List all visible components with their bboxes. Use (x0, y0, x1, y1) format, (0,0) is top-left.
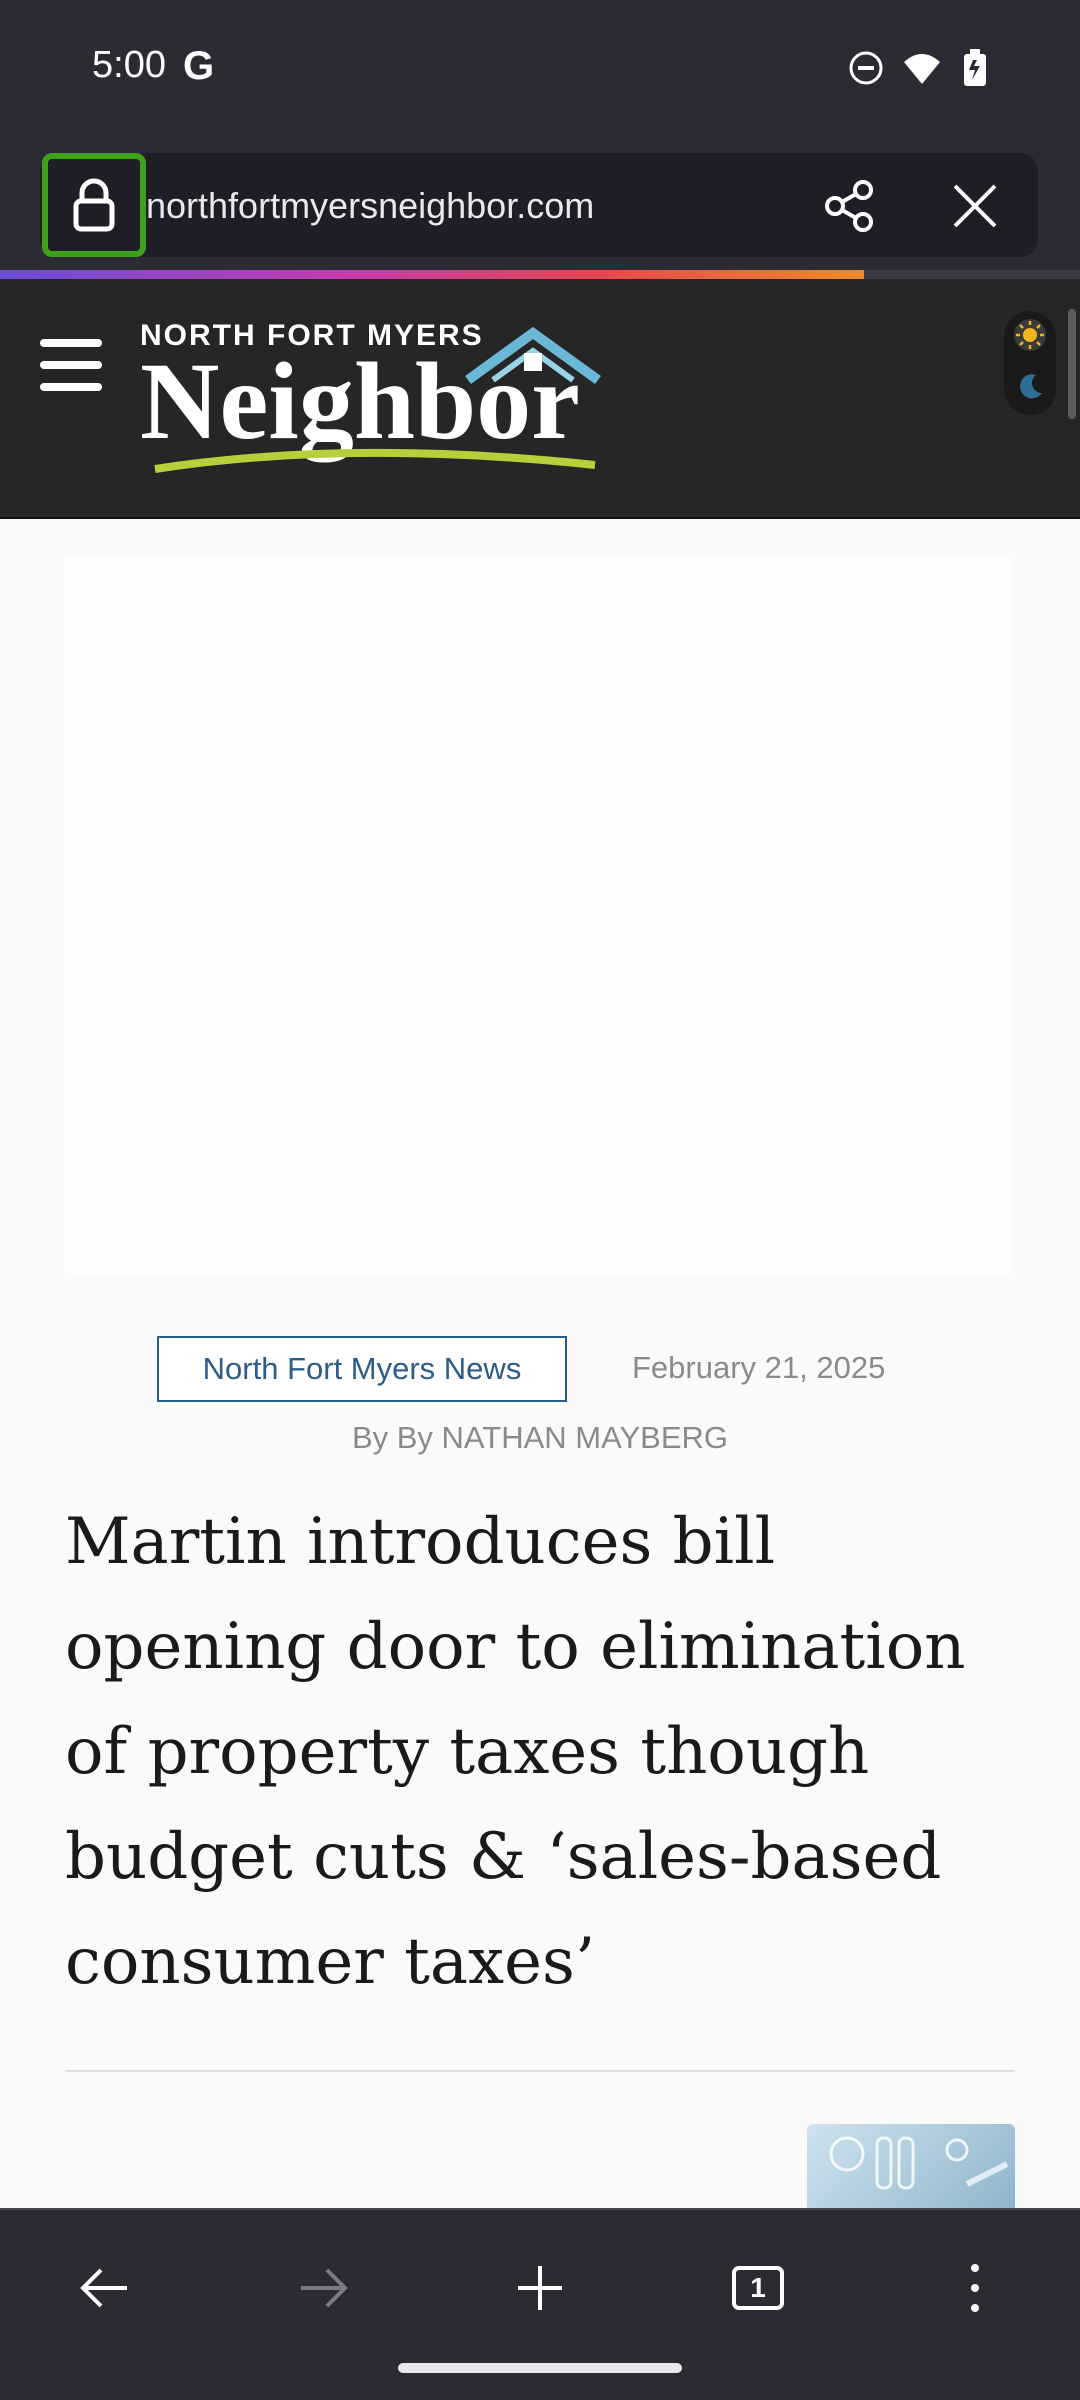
tabs-button[interactable]: 1 (718, 2248, 798, 2328)
article-headline: Martin introduces bill opening door to e… (65, 1505, 966, 1999)
ad-placeholder (65, 556, 1010, 1278)
site-logo[interactable]: NORTH FORT MYERS Neighbor (140, 319, 620, 479)
status-icons (848, 48, 990, 88)
more-icon (971, 2264, 979, 2312)
science-illustration (829, 2136, 1009, 2190)
menu-icon[interactable] (40, 339, 102, 391)
logo-swoosh (154, 448, 596, 473)
sun-icon (1014, 319, 1046, 351)
wifi-icon (904, 54, 940, 84)
logo-roof-graphic (465, 326, 601, 385)
status-bar: 5:00 G (0, 0, 1080, 135)
share-button[interactable] (820, 176, 880, 236)
new-tab-button[interactable] (500, 2248, 580, 2328)
back-button[interactable] (65, 2248, 145, 2328)
article-thumbnail[interactable] (807, 2124, 1015, 2208)
status-time: 5:00 (92, 44, 166, 86)
article-byline: By By NATHAN MAYBERG (351, 1420, 729, 1455)
close-button[interactable] (945, 176, 1005, 236)
category-badge[interactable]: North Fort Myers News (157, 1336, 567, 1402)
theme-toggle[interactable] (1004, 311, 1056, 415)
dnd-icon (849, 51, 883, 85)
site-security-button[interactable] (42, 153, 146, 257)
battery-icon (964, 49, 986, 86)
back-icon (80, 2268, 127, 2308)
forward-button[interactable] (283, 2248, 363, 2328)
share-icon (825, 180, 873, 232)
site-header: NORTH FORT MYERS Neighbor (0, 279, 1080, 519)
more-options-button[interactable] (935, 2248, 1015, 2328)
home-indicator[interactable] (398, 2363, 682, 2373)
forward-icon (301, 2268, 348, 2308)
moon-icon (1020, 374, 1042, 399)
close-icon (953, 184, 997, 228)
lock-icon (73, 178, 115, 232)
divider (65, 2070, 1015, 2072)
scroll-indicator (1068, 309, 1076, 419)
new-tab-icon (518, 2266, 562, 2310)
google-icon: G (183, 44, 215, 88)
progress-fill (0, 270, 864, 279)
article-meta: North Fort Myers News February 21, 2025 (0, 1336, 1080, 1402)
url-text[interactable]: northfortmyersneighbor.com (146, 185, 594, 227)
tab-count: 1 (750, 2272, 766, 2303)
page-load-progress (0, 270, 1080, 279)
article-date: February 21, 2025 (632, 1350, 886, 1385)
